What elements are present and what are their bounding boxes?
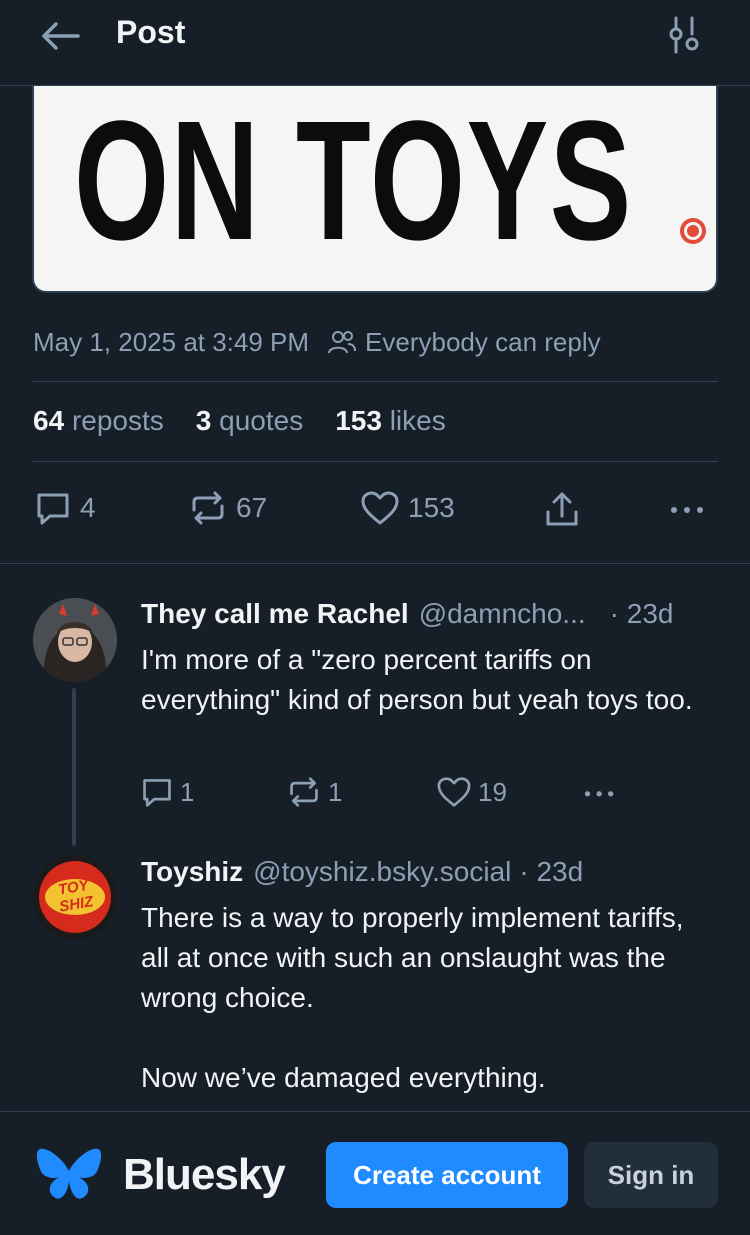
- brand-name: Bluesky: [123, 1150, 286, 1199]
- bluesky-butterfly-icon: [36, 1148, 102, 1199]
- divider: [32, 381, 718, 382]
- top-bar: Post: [0, 0, 750, 86]
- avatar[interactable]: [33, 598, 117, 682]
- arrow-left-icon: [42, 22, 80, 50]
- share-button[interactable]: [544, 490, 588, 528]
- people-icon: [328, 331, 357, 354]
- share-icon: [546, 492, 578, 526]
- reply-time: · 23d: [519, 856, 584, 887]
- bottom-bar: Bluesky Create account Sign in: [0, 1111, 750, 1235]
- toyshiz-avatar-icon: TOY SHIZ: [34, 856, 116, 938]
- comment-icon: [37, 493, 69, 525]
- heart-icon: [437, 777, 471, 807]
- reply-setting: Everybody can reply: [365, 326, 601, 357]
- section-divider: [0, 563, 750, 564]
- ellipsis-icon: [671, 507, 703, 513]
- repost-icon: [192, 491, 224, 525]
- reply-button[interactable]: 1: [140, 776, 194, 808]
- repost-icon: [290, 777, 318, 807]
- author-handle[interactable]: @toyshiz.bsky.social: [253, 856, 511, 888]
- reply-text: I'm more of a "zero percent tariffs on e…: [141, 644, 693, 715]
- thread-line: [72, 688, 76, 846]
- like-button[interactable]: 153: [360, 490, 455, 526]
- sign-in-button[interactable]: Sign in: [584, 1142, 718, 1208]
- avatar[interactable]: TOY SHIZ: [33, 855, 117, 939]
- author-name[interactable]: They call me Rachel: [141, 598, 409, 630]
- heart-icon: [361, 491, 399, 525]
- ellipsis-icon: [584, 791, 614, 797]
- reply-text: There is a way to properly implement tar…: [141, 902, 684, 1093]
- page-title: Post: [116, 14, 186, 50]
- more-options-button[interactable]: [668, 490, 716, 526]
- quotes-stat[interactable]: 3 quotes: [196, 405, 303, 437]
- author-handle[interactable]: @damncho...: [419, 598, 586, 630]
- repost-button[interactable]: 67: [188, 490, 267, 526]
- reply-time: · 23d: [609, 598, 674, 629]
- like-button[interactable]: 19: [436, 776, 507, 808]
- post-actions: 4 67 153: [0, 490, 750, 536]
- post-image-text: ON TOYS: [74, 86, 633, 276]
- back-button[interactable]: [38, 16, 82, 56]
- likes-stat[interactable]: 153 likes: [335, 405, 446, 437]
- author-name[interactable]: Toyshiz: [141, 856, 243, 888]
- settings-button[interactable]: [664, 14, 704, 58]
- sliders-icon: [669, 16, 699, 54]
- reposts-stat[interactable]: 64 reposts: [33, 405, 164, 437]
- reply-header: They call me Rachel @damncho... · 23d: [141, 598, 673, 630]
- repost-button[interactable]: 1: [286, 776, 342, 808]
- more-options-button[interactable]: [580, 776, 626, 808]
- reply-actions: 1 1 19: [0, 776, 750, 812]
- post-meta: May 1, 2025 at 3:49 PM Everybody can rep…: [33, 326, 601, 358]
- reply-header: Toyshiz @toyshiz.bsky.social · 23d: [141, 856, 583, 888]
- comment-icon: [143, 779, 171, 807]
- reply-button[interactable]: 4: [34, 490, 96, 526]
- post-image[interactable]: ON TOYS: [32, 86, 718, 293]
- toyshiz-logo-icon: [680, 218, 706, 244]
- post-stats: 64 reposts 3 quotes 153 likes: [33, 405, 478, 437]
- create-account-button[interactable]: Create account: [326, 1142, 568, 1208]
- divider: [32, 461, 718, 462]
- post-date: May 1, 2025 at 3:49 PM: [33, 326, 310, 357]
- user-photo-icon: [33, 598, 117, 682]
